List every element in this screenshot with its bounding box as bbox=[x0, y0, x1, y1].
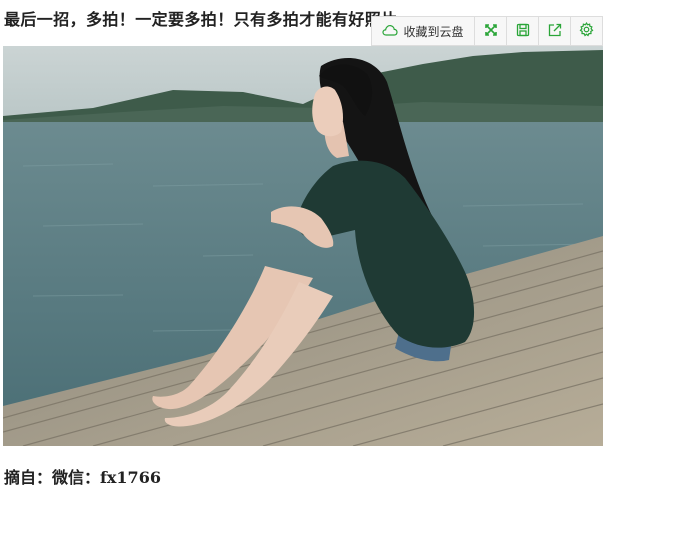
article-photo[interactable] bbox=[3, 46, 603, 446]
cloud-icon bbox=[382, 24, 399, 39]
fullscreen-icon bbox=[484, 22, 498, 41]
save-to-cloud-button[interactable]: 收藏到云盘 bbox=[372, 17, 474, 45]
fullscreen-button[interactable] bbox=[474, 17, 506, 45]
settings-button[interactable] bbox=[570, 17, 602, 45]
photo-illustration bbox=[3, 46, 603, 446]
article-headline: 最后一招，多拍！一定要多拍！只有多拍才能有好照片 bbox=[4, 10, 398, 29]
share-icon bbox=[548, 22, 562, 41]
gear-icon bbox=[579, 21, 594, 41]
save-button[interactable] bbox=[506, 17, 538, 45]
share-button[interactable] bbox=[538, 17, 570, 45]
image-toolbar: 收藏到云盘 bbox=[371, 16, 603, 46]
article-caption: 摘自：微信：fx1766 bbox=[4, 468, 161, 487]
save-icon bbox=[516, 22, 530, 41]
save-to-cloud-label: 收藏到云盘 bbox=[403, 24, 464, 39]
